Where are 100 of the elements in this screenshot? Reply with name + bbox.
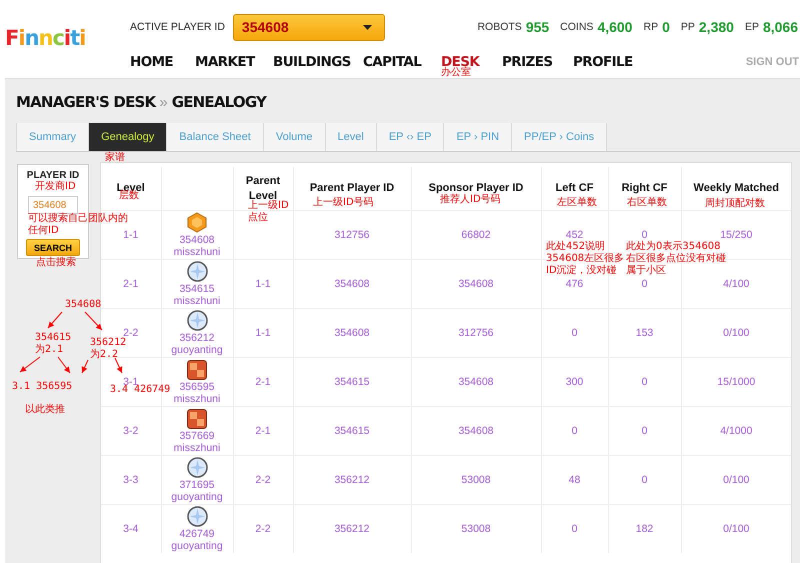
column-header: Right CF	[622, 182, 668, 194]
player-id-link[interactable]: 354615	[179, 283, 215, 295]
player-id-link[interactable]: 354608	[179, 234, 215, 246]
logo: Finnciti	[4, 25, 86, 50]
table-cell: 2-1	[255, 425, 271, 437]
annotation-note: 此处为0表示354608	[626, 241, 721, 252]
table-cell: 354608	[458, 425, 494, 437]
table-cell: 0	[642, 229, 648, 241]
tab[interactable]: Genealogy	[88, 123, 166, 151]
stat-value: 2,380	[698, 19, 734, 35]
table-cell: 2-2	[123, 327, 138, 339]
column-header: Left CF	[556, 182, 594, 194]
table-cell: 3-3	[123, 474, 138, 486]
player-id-link[interactable]: 371695	[179, 479, 215, 491]
player-id-link[interactable]: 356212	[179, 332, 215, 344]
player-id-link[interactable]: 357669	[179, 430, 215, 442]
stat-value: 0	[662, 19, 670, 35]
annotation-note: 此处452说明 354608左区很多 ID沉淀，没对碰	[546, 241, 624, 277]
annotation-note: 开发商ID	[35, 181, 76, 193]
column-header: Weekly Matched	[694, 182, 779, 194]
nav-link[interactable]: HOME	[130, 54, 195, 70]
stat-value: 4,600	[597, 19, 632, 35]
table-cell: 15/1000	[717, 376, 756, 388]
tab[interactable]: Level	[324, 123, 376, 151]
player-name-link[interactable]: misszhuni	[174, 442, 220, 454]
circle-badge-icon	[186, 457, 208, 478]
annotation-note: 356212 为2.2	[90, 337, 126, 361]
nav-link[interactable]: CAPITAL	[363, 54, 441, 70]
tab[interactable]: PP/EP › Coins	[511, 123, 608, 151]
table-cell: 0	[642, 278, 648, 290]
circle-badge-icon	[186, 506, 208, 527]
annotation-note: 层数	[119, 190, 139, 202]
annotation-arrow	[48, 312, 62, 328]
nav-link[interactable]: PROFILE	[573, 54, 633, 70]
table-cell: 354608	[458, 278, 494, 290]
stat-label: ROBOTS	[477, 21, 522, 33]
panel-title: PLAYER ID	[26, 170, 80, 181]
tab[interactable]: Balance Sheet	[166, 123, 263, 151]
stat-value: 955	[526, 19, 550, 35]
annotation-arrow	[58, 356, 70, 374]
sign-out-link[interactable]: SIGN OUT	[746, 56, 799, 68]
player-name-link[interactable]: guoyanting	[171, 344, 223, 356]
annotation-note: 右区单数	[627, 197, 667, 209]
table-cell: 53008	[461, 474, 491, 486]
player-name-link[interactable]: misszhuni	[174, 246, 220, 258]
table-cell: 0	[572, 425, 578, 437]
nav-link[interactable]: BUILDINGS	[273, 54, 363, 70]
nav-link[interactable]: MARKET	[195, 54, 273, 70]
tab[interactable]: Summary	[16, 123, 88, 151]
annotation-arrow	[114, 358, 122, 374]
table-cell: 312756	[458, 327, 494, 339]
table-cell: 0/100	[723, 474, 750, 486]
player-name-link[interactable]: guoyanting	[171, 540, 223, 552]
tab[interactable]: EP ‹› EP	[376, 123, 444, 151]
table-cell: 312756	[334, 229, 370, 241]
annotation-note: 上一级ID号码	[313, 197, 374, 209]
table-cell: 1-1	[123, 229, 138, 241]
table-cell: 452	[566, 229, 584, 241]
annotation-arrow	[20, 356, 40, 372]
table-cell: 2-1	[255, 376, 271, 388]
annotation-note: 属于小区	[626, 265, 666, 277]
player-name-link[interactable]: misszhuni	[174, 295, 220, 307]
tab[interactable]: EP › PIN	[443, 123, 512, 151]
annotation-arrow	[82, 360, 88, 374]
breadcrumb-link[interactable]: MANAGER'S DESK	[16, 93, 156, 111]
player-name-link[interactable]: guoyanting	[171, 491, 223, 503]
player-name-link[interactable]: misszhuni	[174, 392, 220, 404]
annotation-note: 354608	[65, 299, 102, 311]
annotation-note: 右区很多点位没有对碰	[626, 253, 726, 264]
tab[interactable]: Volume	[262, 123, 325, 151]
annotation-note: 354615 为2.1	[35, 332, 72, 356]
table-cell: 1-1	[255, 278, 271, 290]
page-title: GENEALOGY	[172, 93, 266, 111]
table-cell: 4/1000	[720, 425, 752, 437]
table-cell: 2-1	[123, 278, 138, 290]
stat-label: EP	[744, 21, 759, 33]
column-header: Parent Level	[246, 174, 280, 202]
nav-link[interactable]: PRIZES	[502, 54, 573, 70]
annotation-note: 周封顶配对数	[705, 198, 765, 210]
table-cell: 476	[566, 278, 584, 290]
stat-value: 8,066	[762, 19, 798, 35]
table-cell: 356212	[334, 523, 370, 535]
annotation-note: 家谱	[105, 152, 125, 164]
square-badge-icon	[187, 408, 207, 428]
annotation-note: 上一级ID 点位	[248, 200, 289, 224]
table-cell: 3-4	[123, 523, 138, 535]
player-id-link[interactable]: 356595	[179, 380, 215, 392]
player-id-link[interactable]: 426749	[179, 528, 215, 540]
table-cell: 300	[566, 376, 584, 388]
annotation-note: 3.4 426749	[110, 384, 170, 396]
table-cell: 3-2	[123, 425, 138, 437]
table-cell: 15/250	[720, 229, 752, 241]
annotation-note: 左区单数	[557, 197, 597, 209]
annotation-note: 可以搜索自己团队内的	[28, 213, 128, 225]
circle-badge-icon	[186, 310, 208, 331]
stat-label: RP	[643, 21, 658, 33]
search-button[interactable]: SEARCH	[26, 239, 80, 256]
player-dropdown[interactable]: 354608	[232, 14, 385, 40]
player-id-field[interactable]: 354608	[28, 196, 78, 214]
stat-label: COINS	[560, 21, 594, 33]
